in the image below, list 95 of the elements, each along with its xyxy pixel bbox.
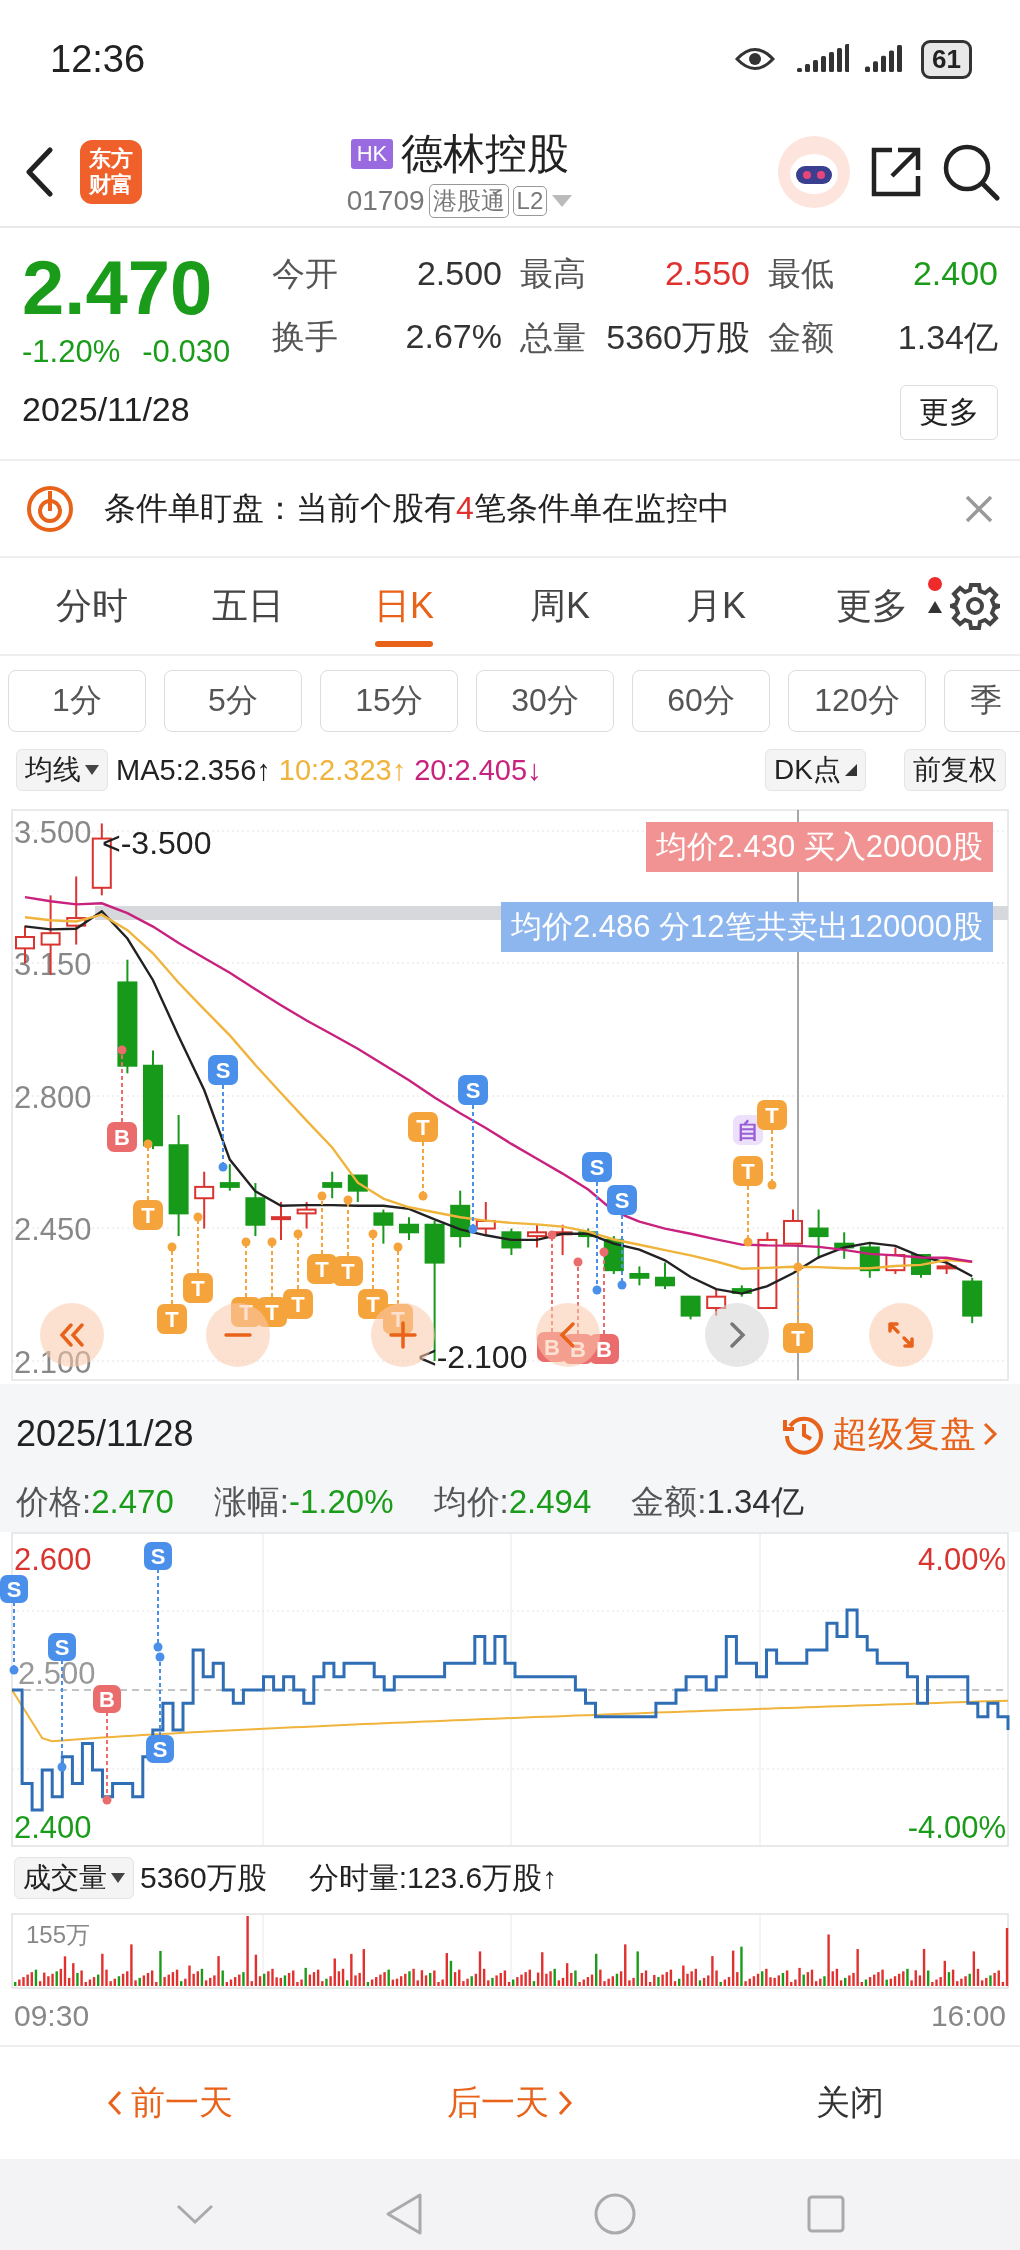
dk-button[interactable]: DK点 [765,749,866,791]
chart-tab[interactable]: 分时 [14,557,170,655]
buy-summary-banner: 均价2.430 买入20000股 [645,822,993,872]
axis-label: 2.450 [14,1212,92,1247]
trade-marker[interactable]: T [157,1304,187,1334]
adjust-button[interactable]: 前复权 [904,749,1006,791]
period-button[interactable]: 季 [944,670,1020,732]
sell-marker[interactable]: S [582,1152,612,1182]
trade-marker[interactable]: T [133,1200,163,1230]
ma-value: 10:2.323↑ [278,753,407,787]
ma-value: MA5:2.356↑ [116,753,271,787]
axis-label: 2.600 [14,1542,92,1577]
detail-field: 涨幅:-1.20% [213,1480,394,1525]
detail-field: 金额:1.34亿 [631,1480,804,1525]
market-tag: HK [350,139,394,169]
stat-label: 今开 [272,254,338,294]
axis-label: 2.100 [14,1345,92,1380]
replay-link[interactable]: 超级复盘 [782,1409,998,1459]
buy-marker[interactable]: B [93,1685,121,1713]
trade-marker[interactable]: T [283,1289,313,1319]
trade-marker[interactable]: T [783,1323,813,1353]
stock-code: 01709 [346,185,425,217]
battery-indicator: 61 [921,39,972,79]
stat-value: 5360万股 [606,317,750,358]
time-label: 09:30 [14,1999,90,2033]
more-button[interactable]: 更多 [900,385,998,440]
notice-text: 条件单盯盘：当前个股有4笔条件单在监控中 [104,488,731,528]
close-button[interactable]: 关闭 [680,2053,1020,2153]
change-percent: -1.20% [22,334,121,370]
ma-value: 20:2.405↓ [414,753,542,787]
sell-marker[interactable]: S [146,1735,174,1763]
period-button[interactable]: 120分 [788,670,926,732]
stat-label: 总量 [520,318,586,358]
sell-marker[interactable]: S [458,1075,488,1105]
next-day-button[interactable]: 后一天 [340,2053,680,2153]
stock-tag: 港股通 [428,184,509,218]
stat-value: 2.400 [912,254,998,293]
previous-day-button[interactable]: 前一天 [0,2053,340,2153]
trade-marker[interactable]: T [183,1273,213,1303]
period-button[interactable]: 5分 [164,670,302,732]
chart-tab[interactable]: 五日 [170,557,326,655]
period-button[interactable]: 30分 [476,670,614,732]
stock-name: 德林控股 [401,129,570,179]
period-button[interactable]: 1分 [8,670,146,732]
total-volume: 5360万股 [140,1859,267,1896]
period-button[interactable]: 15分 [320,670,458,732]
sell-marker[interactable]: S [48,1633,76,1661]
minute-volume: 分时量:123.6万股↑ [308,1859,558,1896]
auto-marker[interactable]: 自 [733,1115,763,1145]
quote-date: 2025/11/28 [22,390,191,429]
high-price-label: <-3.500 [102,825,212,861]
period-button[interactable]: 60分 [632,670,770,732]
trade-marker[interactable]: T [358,1289,388,1319]
trade-marker[interactable]: T [333,1256,363,1286]
stat-value: 2.67% [405,317,502,356]
stat-value: 1.34亿 [897,317,998,358]
buy-marker[interactable]: B [589,1334,619,1364]
sell-summary-banner: 均价2.486 分12笔共卖出120000股 [500,902,993,952]
chart-tab[interactable]: 更多 [794,557,950,655]
status-time: 12:36 [50,37,146,81]
indicator-dropdown[interactable]: 均线 [16,749,108,791]
stat-value: 2.500 [416,254,502,293]
last-price: 2.470 [22,246,214,330]
trade-marker[interactable]: T [257,1297,287,1327]
axis-label: 4.00% [918,1542,1006,1577]
stat-label: 最低 [768,254,834,294]
stat-label: 最高 [520,254,586,294]
trade-marker[interactable]: T [757,1100,787,1130]
axis-label: 2.400 [14,1810,92,1845]
detail-field: 价格:2.470 [16,1480,174,1525]
stat-value: 2.550 [664,254,750,293]
sell-marker[interactable]: S [0,1575,28,1603]
axis-label: 3.500 [14,815,92,850]
app-logo[interactable]: 东方 财富 [80,140,142,204]
volume-dropdown[interactable]: 成交量 [14,1857,134,1899]
chart-tab[interactable]: 日K [326,557,482,655]
sell-marker[interactable]: S [144,1542,172,1570]
chart-tab[interactable]: 周K [482,557,638,655]
time-label: 16:00 [930,1999,1006,2033]
detail-date: 2025/11/28 [16,1413,194,1455]
trade-marker[interactable]: T [408,1112,438,1142]
low-price-label: <-2.100 [418,1339,528,1375]
detail-field: 均价:2.494 [433,1480,592,1525]
stat-label: 换手 [272,317,338,357]
buy-marker[interactable]: B [107,1122,137,1152]
sell-marker[interactable]: S [607,1185,637,1215]
change-amount: -0.030 [142,334,231,370]
stock-tag: L2 [512,186,548,216]
axis-label: -4.00% [907,1810,1006,1845]
axis-label: 2.800 [14,1080,92,1115]
chart-tab[interactable]: 月K [638,557,794,655]
sell-marker[interactable]: S [208,1055,238,1085]
axis-label: 155万 [26,1921,91,1948]
trade-marker[interactable]: T [733,1156,763,1186]
stat-label: 金额 [768,318,834,358]
